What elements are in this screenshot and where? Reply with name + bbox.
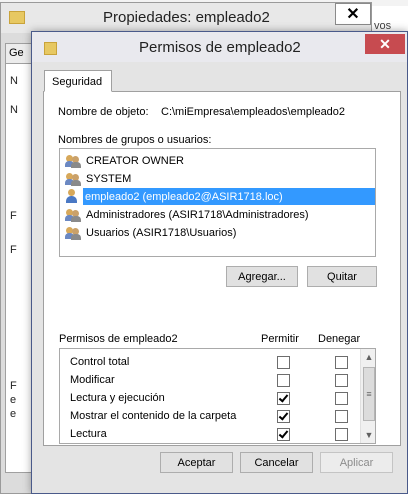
deny-checkbox[interactable]	[335, 410, 348, 423]
scroll-up-icon[interactable]: ▲	[361, 349, 375, 365]
allow-header: Permitir	[261, 333, 299, 345]
permission-row: Mostrar el contenido de la carpeta	[60, 408, 360, 426]
permissions-label: Permisos de empleado2	[59, 333, 178, 345]
list-item[interactable]: CREATOR OWNER	[65, 152, 375, 169]
permission-row: Lectura	[60, 426, 360, 443]
permission-name: Mostrar el contenido de la carpeta	[70, 410, 237, 422]
user-icon	[65, 189, 79, 204]
group-icon	[65, 208, 82, 222]
list-item-label: Administradores (ASIR1718\Administradore…	[86, 208, 309, 221]
list-item[interactable]: Administradores (ASIR1718\Administradore…	[65, 206, 375, 223]
background-letter: N	[10, 104, 18, 116]
group-icon	[65, 226, 82, 240]
permission-row: Modificar	[60, 372, 360, 390]
allow-checkbox[interactable]	[277, 428, 290, 441]
permission-name: Lectura y ejecución	[70, 392, 165, 404]
groups-listbox[interactable]: CREATOR OWNER SYSTEM empleado2 (empleado…	[59, 148, 376, 257]
deny-checkbox[interactable]	[335, 356, 348, 369]
allow-checkbox[interactable]	[277, 374, 290, 387]
background-letter: e	[10, 394, 17, 406]
list-item-label: SYSTEM	[86, 172, 132, 185]
permissions-dialog: Permisos de empleado2 ✕ Seguridad Nombre…	[31, 31, 408, 494]
close-icon[interactable]: ✕	[335, 3, 371, 25]
permissions-list: Control total Modificar Lectura y ejecució…	[59, 348, 376, 444]
permission-name: Control total	[70, 356, 130, 368]
close-icon[interactable]: ✕	[365, 34, 405, 54]
allow-checkbox[interactable]	[277, 356, 290, 369]
groups-label: Nombres de grupos o usuarios:	[58, 134, 212, 146]
background-letter: F	[10, 244, 17, 256]
permission-name: Modificar	[70, 374, 115, 386]
properties-title: Propiedades: empleado2	[103, 9, 270, 26]
deny-checkbox[interactable]	[335, 392, 348, 405]
deny-checkbox[interactable]	[335, 374, 348, 387]
scroll-down-icon[interactable]: ▼	[361, 427, 375, 443]
security-panel: Nombre de objeto: C:\miEmpresa\empleados…	[43, 91, 401, 446]
folder-icon	[44, 42, 57, 55]
allow-checkbox[interactable]	[277, 392, 290, 405]
scroll-thumb[interactable]: ≡	[363, 367, 375, 421]
permission-row: Control total	[60, 354, 360, 372]
remove-button[interactable]: Quitar	[307, 266, 377, 287]
list-item-label: CREATOR OWNER	[86, 154, 184, 167]
tab-seguridad[interactable]: Seguridad	[44, 70, 112, 92]
permission-row: Lectura y ejecución	[60, 390, 360, 408]
dialog-title: Permisos de empleado2	[139, 39, 301, 56]
background-letter: e	[10, 408, 17, 420]
list-item[interactable]: SYSTEM	[65, 170, 375, 187]
list-item-label: Usuarios (ASIR1718\Usuarios)	[86, 226, 237, 239]
list-item-label: empleado2 (empleado2@ASIR1718.loc)	[85, 190, 283, 203]
checkmark-icon	[278, 428, 289, 439]
cancel-button[interactable]: Cancelar	[240, 452, 313, 473]
ok-button[interactable]: Aceptar	[160, 452, 233, 473]
checkmark-icon	[278, 410, 289, 421]
group-icon	[65, 172, 82, 186]
dialog-titlebar[interactable]: Permisos de empleado2 ✕	[32, 32, 407, 62]
properties-titlebar[interactable]: Propiedades: empleado2 ✕	[1, 3, 371, 33]
folder-icon	[9, 11, 25, 24]
permission-name: Lectura	[70, 428, 107, 440]
background-letter: F	[10, 210, 17, 222]
tab-general[interactable]: Ge	[5, 43, 33, 63]
object-name-value: C:\miEmpresa\empleados\empleado2	[161, 106, 346, 118]
background-letter: F	[10, 380, 17, 392]
list-item[interactable]: Usuarios (ASIR1718\Usuarios)	[65, 224, 375, 241]
background-letter: N	[10, 75, 18, 87]
object-name-label: Nombre de objeto:	[58, 106, 149, 118]
deny-header: Denegar	[318, 333, 361, 345]
deny-checkbox[interactable]	[335, 428, 348, 441]
allow-checkbox[interactable]	[277, 410, 290, 423]
checkmark-icon	[278, 392, 289, 403]
apply-button[interactable]: Aplicar	[320, 452, 393, 473]
list-item-selected[interactable]: empleado2 (empleado2@ASIR1718.loc)	[66, 188, 375, 205]
group-icon	[65, 154, 82, 168]
add-button[interactable]: Agregar...	[226, 266, 298, 287]
permissions-scrollbar[interactable]: ▲ ≡ ▼	[360, 349, 375, 443]
